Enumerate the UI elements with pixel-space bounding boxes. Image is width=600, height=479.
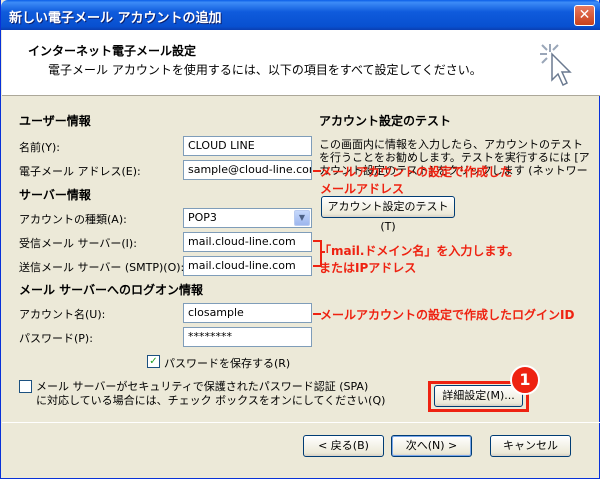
cancel-button[interactable]: キャンセル [490, 435, 571, 457]
step-badge: 1 [510, 365, 540, 395]
annotation-email-line2: メールアドレス [320, 182, 405, 196]
name-input[interactable]: CLOUD LINE [183, 136, 312, 156]
user-info-section: ユーザー情報 [19, 114, 91, 128]
next-button[interactable]: 次へ(N) > [391, 435, 472, 457]
footer-divider [2, 422, 600, 423]
account-type-label: アカウントの種類(A): [19, 213, 127, 226]
account-type-select[interactable]: POP3 ▼ [183, 208, 312, 228]
outgoing-server-input[interactable]: mail.cloud-line.com [183, 256, 312, 276]
save-password-checkbox[interactable]: ✓ [147, 355, 160, 368]
annotation-server-line1: 「mail.ドメイン名」を入力します。 [319, 244, 520, 258]
dialog-window: 新しい電子メール アカウントの追加 ✕ インターネット電子メール設定 電子メール… [0, 0, 600, 479]
chevron-down-icon[interactable]: ▼ [294, 210, 310, 226]
incoming-server-input[interactable]: mail.cloud-line.com [183, 232, 312, 252]
account-name-label: アカウント名(U): [19, 308, 106, 321]
header-panel: インターネット電子メール設定 電子メール アカウントを使用するには、以下の項目を… [2, 30, 600, 96]
password-label: パスワード(P): [19, 332, 93, 345]
back-button[interactable]: < 戻る(B) [303, 435, 384, 457]
test-account-button[interactable]: アカウント設定のテスト(T) [321, 196, 455, 233]
header-description: 電子メール アカウントを使用するには、以下の項目をすべて設定してください。 [48, 63, 482, 77]
name-label: 名前(Y): [19, 141, 61, 154]
spa-checkbox[interactable] [19, 380, 32, 393]
close-button[interactable]: ✕ [574, 5, 595, 26]
incoming-server-label: 受信メール サーバー(I): [19, 237, 137, 250]
password-input[interactable]: ******** [183, 327, 312, 347]
window-title: 新しい電子メール アカウントの追加 [9, 11, 222, 26]
annotation-account-name: メールアカウントの設定で作成したログインID [320, 308, 575, 322]
spa-label-line2: に対応している場合には、チェック ボックスをオンにしてください(Q) [36, 394, 386, 407]
annotation-server-line2: またはIPアドレス [319, 261, 417, 275]
test-section: アカウント設定のテスト [319, 114, 452, 128]
logon-info-section: メール サーバーへのログオン情報 [19, 283, 204, 297]
annotation-email-line1: メールアカウントの設定で作成した [320, 165, 513, 179]
save-password-label: パスワードを保存する(R) [164, 357, 291, 370]
header-title: インターネット電子メール設定 [28, 44, 197, 58]
email-label: 電子メール アドレス(E): [19, 165, 141, 178]
account-name-input[interactable]: closample [183, 303, 312, 323]
title-bar[interactable]: 新しい電子メール アカウントの追加 ✕ [1, 0, 600, 30]
server-info-section: サーバー情報 [19, 188, 91, 202]
email-input[interactable]: sample@cloud-line.com [183, 160, 312, 180]
account-type-value: POP3 [188, 211, 217, 224]
cursor-sparkle-icon [540, 44, 572, 86]
outgoing-server-label: 送信メール サーバー (SMTP)(O): [19, 261, 185, 274]
